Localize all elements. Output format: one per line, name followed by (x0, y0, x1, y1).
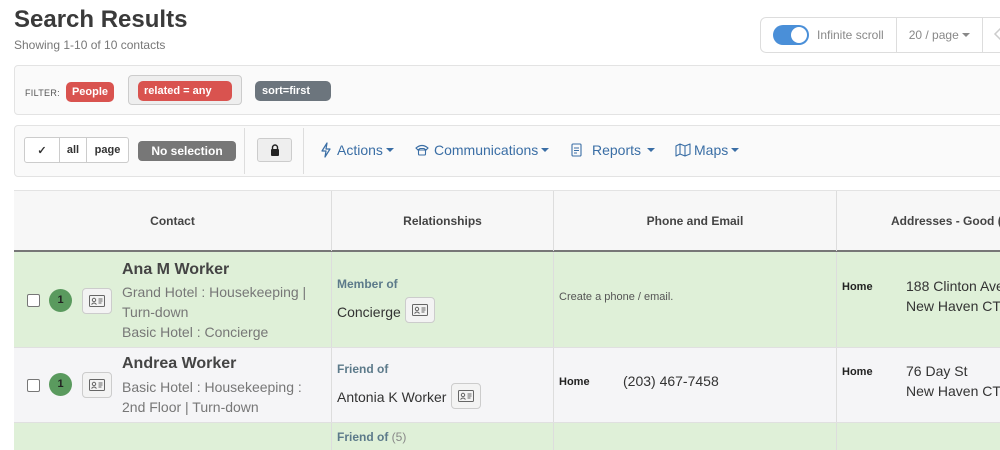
maps-menu[interactable]: Maps (675, 142, 740, 158)
create-contact-info-link[interactable]: Create a phone / email. (559, 291, 673, 303)
document-icon (571, 143, 582, 157)
reports-menu-label: Reports (592, 142, 642, 158)
infinite-scroll-toggle[interactable] (773, 25, 809, 45)
related-filter-group[interactable]: related = any (128, 75, 242, 105)
select-checkmark-button[interactable]: ✓ (25, 138, 60, 162)
column-divider (836, 348, 837, 422)
page-title: Search Results (14, 6, 188, 33)
address-type: Home (842, 366, 873, 378)
relationship-target[interactable]: Concierge (337, 304, 401, 320)
id-card-icon (458, 390, 474, 402)
toolbar-divider (244, 128, 245, 174)
column-divider (553, 348, 554, 422)
infinite-scroll-label: Infinite scroll (817, 28, 884, 42)
column-divider (836, 252, 837, 347)
relationship-count: (5) (391, 430, 407, 444)
select-page-button[interactable]: page (87, 138, 128, 162)
address-type: Home (842, 281, 873, 293)
table-header: Contact Relationships Phone and Email Ad… (14, 190, 1000, 252)
caret-down-icon (541, 148, 550, 152)
relationship-type-label: Friend of (337, 430, 389, 444)
caret-down-icon (731, 148, 740, 152)
relationship-card-button[interactable] (405, 297, 435, 323)
actions-menu-label: Actions (337, 142, 383, 158)
map-icon (675, 143, 691, 157)
row-checkbox[interactable] (27, 294, 40, 307)
caret-down-icon (961, 33, 970, 37)
relationship-card-button[interactable] (451, 383, 481, 409)
address-line: 188 Clinton Ave (906, 278, 1000, 294)
column-divider (836, 423, 837, 450)
contact-name[interactable]: Andrea Worker (122, 355, 236, 373)
id-card-icon (412, 304, 428, 316)
phone-icon (415, 144, 429, 156)
column-header-phone-email[interactable]: Phone and Email (554, 191, 837, 251)
selection-status-badge: No selection (138, 141, 236, 161)
caret-down-icon (385, 148, 394, 152)
table-row[interactable]: 1 Andrea Worker Basic Hotel : Housekeepi… (14, 348, 1000, 423)
relationship-target[interactable]: Antonia K Worker (337, 389, 446, 405)
column-header-relationships[interactable]: Relationships (332, 191, 554, 251)
communications-menu[interactable]: Communications (415, 142, 550, 158)
column-divider (553, 423, 554, 450)
contact-count-badge: 1 (49, 373, 72, 396)
caret-down-icon (647, 148, 656, 152)
results-table: Contact Relationships Phone and Email Ad… (14, 190, 1000, 450)
results-count: Showing 1-10 of 10 contacts (14, 38, 166, 52)
chevron-left-icon[interactable] (983, 27, 1000, 44)
contact-affiliation: 2nd Floor | Turn-down (122, 399, 259, 415)
sort-pill[interactable]: sort=first (255, 81, 331, 101)
contact-name[interactable]: Ana M Worker (122, 261, 229, 279)
contact-count-badge: 1 (49, 289, 72, 312)
address-line: 76 Day St (906, 363, 968, 379)
filter-related-pill[interactable]: related = any (138, 81, 232, 101)
toolbar-divider (303, 128, 304, 174)
column-divider (331, 252, 332, 347)
per-page-dropdown[interactable]: 20 / page (897, 18, 983, 52)
phone-type: Home (559, 376, 590, 388)
contact-card-button[interactable] (82, 372, 112, 398)
view-options-bar: Infinite scroll 20 / page (760, 17, 1000, 53)
per-page-label: 20 / page (908, 28, 959, 42)
relationship-type: Member of (337, 277, 398, 291)
table-row[interactable]: Friend of (5) (14, 423, 1000, 450)
column-divider (553, 252, 554, 347)
communications-menu-label: Communications (434, 142, 539, 158)
column-header-addresses[interactable]: Addresses - Good ( (837, 191, 1000, 251)
id-card-icon (89, 295, 105, 307)
table-row[interactable]: 1 Ana M Worker Grand Hotel : Housekeepin… (14, 252, 1000, 348)
select-all-button[interactable]: all (60, 138, 87, 162)
address-city: New Haven CT (906, 383, 1000, 399)
filter-bar: FILTER: People related = any sort=first (14, 65, 1000, 115)
row-checkbox[interactable] (27, 379, 40, 392)
filter-label: FILTER: (25, 88, 60, 98)
contact-affiliation: Turn-down (122, 304, 189, 320)
phone-number[interactable]: (203) 467-7458 (623, 373, 719, 389)
contact-affiliation: Grand Hotel : Housekeeping | (122, 284, 307, 300)
filter-people-pill[interactable]: People (66, 82, 114, 102)
lightning-icon (320, 142, 332, 158)
lock-button[interactable] (257, 138, 292, 162)
relationship-type: Friend of (337, 362, 389, 376)
id-card-icon (89, 379, 105, 391)
column-divider (331, 348, 332, 422)
column-divider (331, 423, 332, 450)
contact-affiliation: Basic Hotel : Concierge (122, 324, 269, 340)
contact-card-button[interactable] (82, 288, 112, 314)
actions-toolbar: ✓ all page No selection Actions Communic… (14, 125, 1000, 177)
relationship-type: Friend of (5) (337, 430, 406, 444)
infinite-scroll-control[interactable]: Infinite scroll (761, 18, 897, 52)
contact-affiliation: Basic Hotel : Housekeeping : (122, 379, 302, 395)
reports-menu[interactable]: Reports (571, 142, 656, 158)
actions-menu[interactable]: Actions (320, 142, 394, 158)
selection-button-group: ✓ all page (24, 137, 129, 163)
address-city: New Haven CT (906, 298, 1000, 314)
lock-icon (270, 143, 279, 156)
column-header-contact[interactable]: Contact (14, 191, 332, 251)
maps-menu-label: Maps (694, 142, 729, 158)
